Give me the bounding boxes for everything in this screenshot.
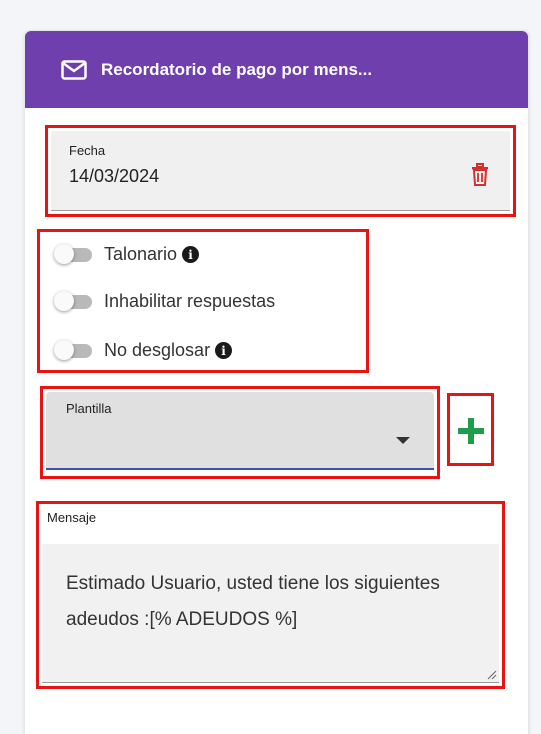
trash-icon[interactable] (470, 163, 490, 187)
card-header: Recordatorio de pago por mens... (25, 31, 528, 108)
mensaje-label: Mensaje (47, 510, 97, 525)
toggle-label: Talonario (104, 244, 178, 264)
plantilla-select[interactable]: Plantilla (46, 392, 434, 470)
talonario-switch[interactable] (54, 243, 94, 264)
mensaje-text: Estimado Usuario, usted tiene los siguie… (66, 573, 440, 630)
fecha-label: Fecha (69, 143, 106, 158)
reminder-card: Recordatorio de pago por mens... Fecha 1… (24, 30, 529, 734)
add-template-button[interactable] (447, 393, 494, 466)
info-icon[interactable]: i (215, 342, 233, 359)
plus-icon (458, 418, 484, 444)
toggle-no-desglosar: No desglosar i (54, 339, 233, 361)
dropdown-arrow-icon (396, 437, 410, 444)
fecha-value: 14/03/2024 (69, 166, 160, 186)
plantilla-label: Plantilla (66, 401, 112, 416)
mensaje-highlight: Mensaje Estimado Usuario, usted tiene lo… (36, 501, 505, 689)
info-icon[interactable]: i (182, 246, 200, 263)
toggle-label: No desglosar (104, 340, 211, 360)
card-title: Recordatorio de pago por mens... (101, 59, 373, 79)
fecha-field[interactable]: Fecha 14/03/2024 (51, 131, 510, 211)
options-highlight: Talonario i Inhabilitar respuestas No de… (37, 229, 369, 373)
resize-handle-icon[interactable] (487, 670, 497, 680)
fecha-highlight: Fecha 14/03/2024 (45, 125, 516, 217)
plantilla-highlight: Plantilla (40, 386, 440, 479)
toggle-talonario: Talonario i (54, 243, 200, 265)
toggle-label: Inhabilitar respuestas (104, 291, 276, 311)
inhabilitar-respuestas-switch[interactable] (54, 290, 94, 311)
mensaje-textarea[interactable]: Estimado Usuario, usted tiene los siguie… (42, 544, 499, 683)
no-desglosar-switch[interactable] (54, 339, 94, 360)
toggle-inhabilitar-respuestas: Inhabilitar respuestas (54, 290, 276, 312)
envelope-icon (61, 59, 87, 80)
